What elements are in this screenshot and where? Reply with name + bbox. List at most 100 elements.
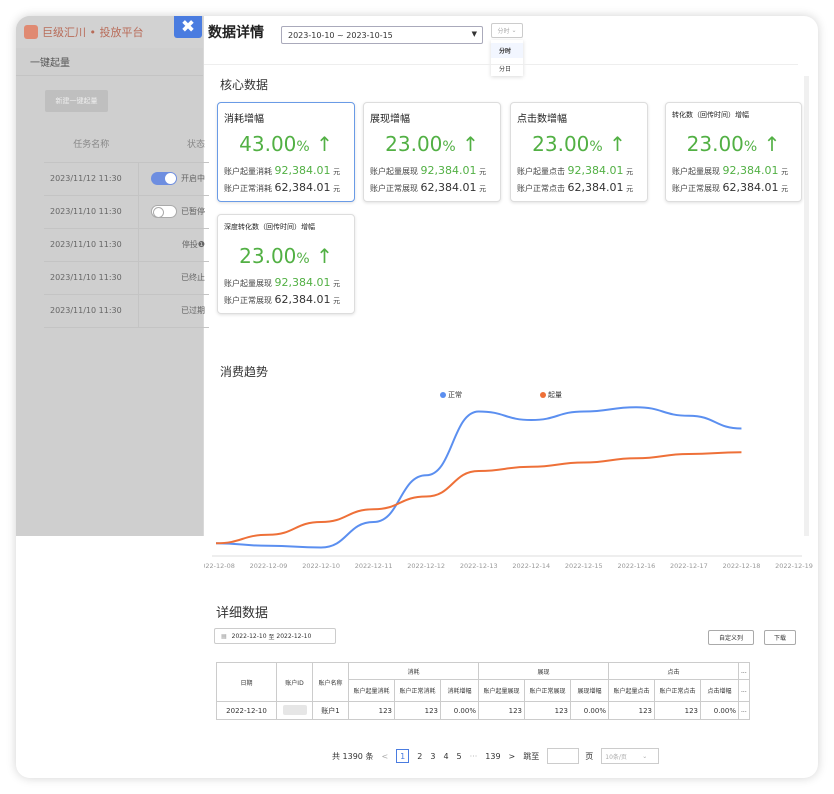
arrow-up-icon: ↑ bbox=[316, 132, 333, 156]
x-tick-label: 2022-12-16 bbox=[617, 562, 655, 570]
calendar-icon: ▦ bbox=[221, 632, 227, 640]
series-line-normal bbox=[215, 406, 742, 549]
percent-value: 23.00 bbox=[239, 244, 297, 268]
page-1[interactable]: 1 bbox=[396, 749, 410, 763]
table-row: 2023/11/10 11:30 已终止 bbox=[44, 261, 209, 295]
col-more: ... bbox=[738, 662, 750, 680]
page-size-select[interactable]: 10条/页 ⌄ bbox=[601, 748, 660, 764]
card-line-boost: 账户起量展现 92,384.01 元 bbox=[370, 164, 494, 177]
arrow-up-icon: ↑ bbox=[609, 132, 626, 156]
x-tick-label: 2022-12-15 bbox=[565, 562, 603, 570]
line-value: 62,384.01 bbox=[274, 181, 331, 194]
page-5[interactable]: 5 bbox=[457, 752, 462, 761]
col-group-cost: 消耗 bbox=[348, 662, 479, 680]
metric-card[interactable]: 消耗增幅 43.00% ↑ 账户起量消耗 92,384.01 元账户正常消耗 62,… bbox=[217, 102, 355, 202]
goto-input[interactable] bbox=[547, 748, 580, 764]
col-sub: ... bbox=[738, 679, 750, 702]
card-line-normal: 账户正常展现 62,384.01 元 bbox=[672, 181, 795, 194]
page-3[interactable]: 3 bbox=[430, 752, 435, 761]
date-picker[interactable]: ▦ 2022-12-10 至 2022-12-10 bbox=[214, 628, 336, 644]
granularity-dropdown: 分时 分日 bbox=[491, 40, 523, 76]
task-table: 任务名称 状态 2023/11/12 11:30 开启中 2023/11/10 … bbox=[44, 126, 209, 328]
cell-value: 0.00% bbox=[570, 701, 609, 720]
line-unit: 元 bbox=[333, 280, 341, 288]
download-button[interactable]: 下载 bbox=[764, 630, 796, 645]
date-to: 2022-12-10 bbox=[276, 632, 312, 640]
cell-value: 0.00% bbox=[440, 701, 479, 720]
granularity-select[interactable]: 分时 ⌄ bbox=[491, 23, 523, 38]
line-unit: 元 bbox=[333, 297, 341, 305]
cell-more: ... bbox=[738, 701, 750, 720]
series-line-boost bbox=[215, 451, 742, 545]
cell-account-name: 账户1 bbox=[312, 701, 349, 720]
cell-value: 0.00% bbox=[700, 701, 739, 720]
date-range-select[interactable]: 2023-10-10 ~ 2023-10-15 ▼ bbox=[281, 26, 483, 44]
line-unit: 元 bbox=[479, 168, 487, 176]
custom-columns-button[interactable]: 自定义列 bbox=[708, 630, 754, 645]
status-toggle[interactable] bbox=[151, 172, 177, 185]
x-tick-label: 2022-12-10 bbox=[302, 562, 340, 570]
task-time: 2023/11/10 11:30 bbox=[44, 228, 139, 262]
task-status: 已暂停 bbox=[181, 207, 205, 216]
cell-date: 2022-12-10 bbox=[216, 701, 277, 720]
chevron-down-icon: ▼ bbox=[471, 30, 477, 38]
col-sub: 点击增幅 bbox=[700, 679, 739, 702]
metric-card[interactable]: 点击数增幅 23.00% ↑ 账户起量点击 92,384.01 元账户正常点击 62… bbox=[510, 102, 648, 202]
line-label: 账户起量展现 bbox=[370, 167, 418, 176]
percent-unit: % bbox=[589, 139, 603, 155]
line-unit: 元 bbox=[781, 185, 789, 193]
divider bbox=[204, 64, 798, 65]
line-value: 92,384.01 bbox=[274, 164, 331, 177]
status-toggle[interactable] bbox=[151, 205, 177, 218]
card-percent: 23.00% ↑ bbox=[224, 244, 348, 272]
page-size-value: 10条/页 bbox=[605, 753, 627, 761]
arrow-up-icon: ↑ bbox=[316, 244, 333, 268]
line-label: 账户正常消耗 bbox=[224, 184, 272, 193]
total-count: 共 1390 条 bbox=[332, 751, 374, 761]
col-group-impr: 展现 bbox=[478, 662, 609, 680]
next-page-button[interactable]: > bbox=[509, 752, 516, 761]
page-2[interactable]: 2 bbox=[417, 752, 422, 761]
task-status: 停投❶ bbox=[138, 228, 209, 262]
trend-chart: 2022-12-08 2022-12-09 2022-12-10 2022-12-11… bbox=[204, 406, 813, 570]
x-tick-label: 2022-12-14 bbox=[512, 562, 550, 570]
card-title: 深度转化数（回传时间）增幅 bbox=[224, 223, 315, 231]
page-139[interactable]: 139 bbox=[485, 752, 500, 761]
percent-unit: % bbox=[442, 139, 456, 155]
card-percent: 43.00% ↑ bbox=[224, 132, 348, 160]
metric-card[interactable]: 深度转化数（回传时间）增幅 23.00% ↑ 账户起量展现 92,384.01 元账… bbox=[217, 214, 355, 314]
percent-value: 23.00 bbox=[385, 132, 443, 156]
task-time: 2023/11/10 11:30 bbox=[44, 261, 139, 295]
table-row: 2023/11/10 11:30 停投❶ bbox=[44, 228, 209, 262]
line-label: 账户正常展现 bbox=[672, 184, 720, 193]
page-4[interactable]: 4 bbox=[443, 752, 448, 761]
line-value: 62,384.01 bbox=[567, 181, 624, 194]
detail-title: 详细数据 bbox=[216, 606, 269, 621]
table-row: 2023/11/10 11:30 已暂停 bbox=[44, 195, 209, 229]
table-row: 2023/11/10 11:30 已过期 bbox=[44, 294, 209, 328]
page-ellipsis[interactable]: ··· bbox=[470, 752, 478, 761]
metric-card[interactable]: 转化数（回传时间）增幅 23.00% ↑ 账户起量展现 92,384.01 元账户正… bbox=[665, 102, 802, 202]
x-tick-label: 2022-12-18 bbox=[723, 562, 761, 570]
line-value: 92,384.01 bbox=[722, 164, 779, 177]
new-task-button[interactable]: 新建一键起量 bbox=[45, 90, 108, 112]
metric-card[interactable]: 展现增幅 23.00% ↑ 账户起量展现 92,384.01 元账户正常展现 62,… bbox=[363, 102, 501, 202]
task-time: 2023/11/10 11:30 bbox=[44, 294, 139, 328]
percent-value: 23.00 bbox=[686, 132, 744, 156]
line-unit: 元 bbox=[781, 168, 789, 176]
prev-page-button[interactable]: < bbox=[381, 752, 388, 761]
task-status: 已终止 bbox=[138, 261, 209, 295]
col-sub: 消耗增幅 bbox=[440, 679, 479, 702]
col-sub: 账户正常点击 bbox=[654, 679, 701, 702]
line-label: 账户正常展现 bbox=[224, 296, 272, 305]
close-icon[interactable]: ✖ bbox=[174, 16, 202, 38]
gran-option-hourly[interactable]: 分时 bbox=[491, 43, 523, 58]
page-title: 数据详情 bbox=[208, 25, 264, 41]
col-account-name: 账户名称 bbox=[312, 662, 349, 702]
cell-value: 123 bbox=[394, 701, 441, 720]
goto-label: 跳至 bbox=[523, 751, 540, 761]
date-sep: 至 bbox=[268, 633, 275, 641]
line-label: 账户起量展现 bbox=[672, 167, 720, 176]
section-label: 一键起量 bbox=[16, 48, 203, 76]
line-value: 92,384.01 bbox=[274, 276, 331, 289]
